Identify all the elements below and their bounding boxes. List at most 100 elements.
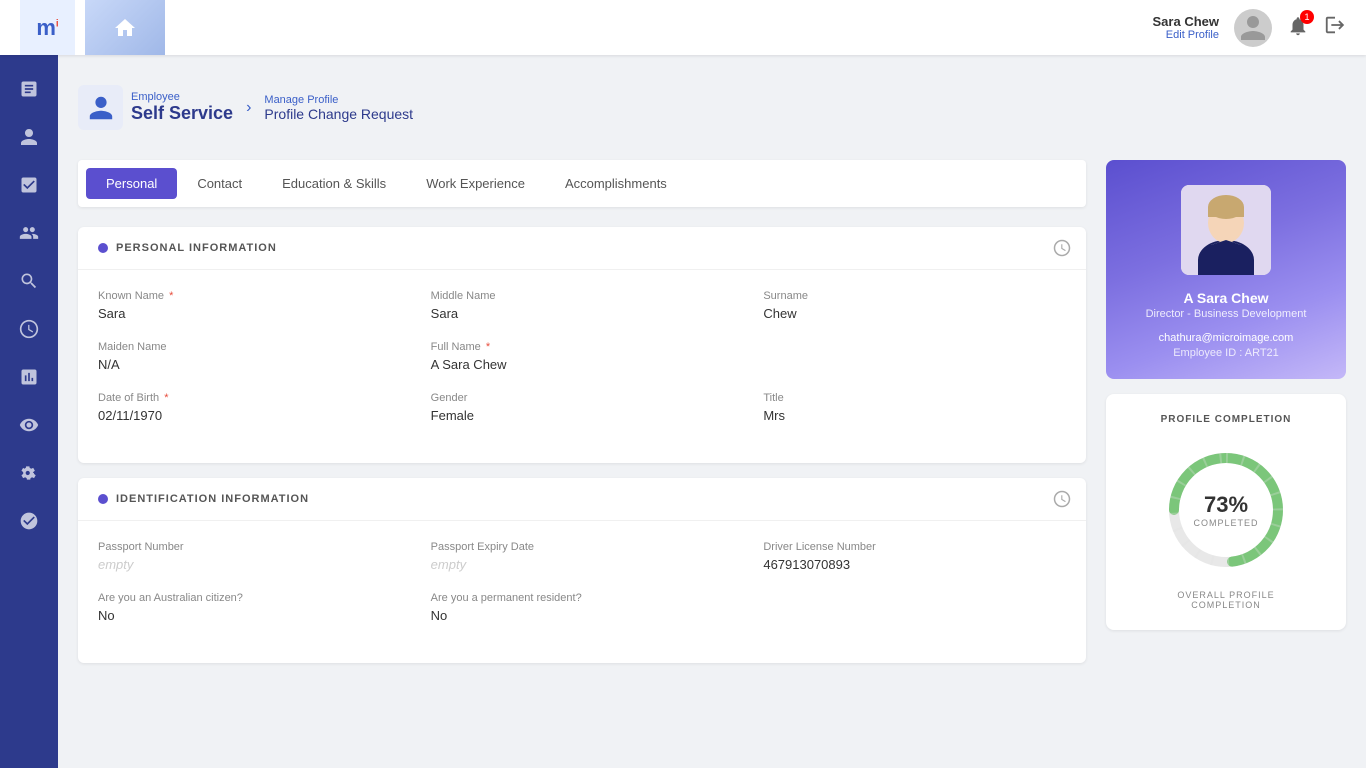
sidebar-item-employee[interactable] xyxy=(0,113,58,161)
permanent-resident-value: No xyxy=(431,608,734,623)
content-layout: Personal Contact Education & Skills Work… xyxy=(78,160,1346,678)
dob-label: Date of Birth * xyxy=(98,392,401,404)
profile-photo xyxy=(1181,185,1271,275)
completion-title: PROFILE COMPLETION xyxy=(1126,414,1326,425)
tab-personal[interactable]: Personal xyxy=(86,168,177,199)
middle-name-label: Middle Name xyxy=(431,290,734,302)
identification-section-title: IDENTIFICATION INFORMATION xyxy=(116,493,309,505)
profile-card: A Sara Chew Director - Business Developm… xyxy=(1106,160,1346,379)
australian-citizen-value: No xyxy=(98,608,401,623)
logo: mi xyxy=(20,0,75,55)
sidebar-item-reports[interactable] xyxy=(0,353,58,401)
donut-center: 73% COMPLETED xyxy=(1193,492,1258,528)
personal-information-section: PERSONAL INFORMATION Known Name * Sara M… xyxy=(78,227,1086,463)
personal-section-body: Known Name * Sara Middle Name Sara Surna… xyxy=(78,270,1086,463)
dob-field: Date of Birth * 02/11/1970 xyxy=(98,392,401,423)
completion-footer: OVERALL PROFILE COMPLETION xyxy=(1126,590,1326,610)
donut-percent: 73% xyxy=(1193,492,1258,518)
sidebar-item-view[interactable] xyxy=(0,401,58,449)
history-clock-identification[interactable] xyxy=(1053,490,1071,513)
driver-license-label: Driver License Number xyxy=(763,541,1066,553)
sidebar-item-users[interactable] xyxy=(0,497,58,545)
full-name-value: A Sara Chew xyxy=(431,357,734,372)
top-header: mi Sara Chew Edit Profile 1 xyxy=(0,0,1366,55)
identification-section-header: IDENTIFICATION INFORMATION xyxy=(78,478,1086,521)
driver-license-value: 467913070893 xyxy=(763,557,1066,572)
surname-value: Chew xyxy=(763,306,1066,321)
logout-icon[interactable] xyxy=(1324,14,1346,41)
edit-profile-link[interactable]: Edit Profile xyxy=(1153,29,1219,41)
gender-value: Female xyxy=(431,408,734,423)
completion-card: PROFILE COMPLETION 73% COMPLETED xyxy=(1106,394,1346,630)
main-content: Employee Self Service › Manage Profile P… xyxy=(58,55,1366,768)
home-area[interactable] xyxy=(85,0,165,55)
history-clock-personal[interactable] xyxy=(1053,239,1071,262)
sidebar-item-clock[interactable] xyxy=(0,305,58,353)
personal-row-3: Date of Birth * 02/11/1970 Gender Female… xyxy=(98,392,1066,423)
profile-title: Director - Business Development xyxy=(1106,308,1346,320)
identification-section-body: Passport Number empty Passport Expiry Da… xyxy=(78,521,1086,663)
profile-photo-area xyxy=(1106,160,1346,290)
gender-field: Gender Female xyxy=(431,392,734,423)
sidebar-item-forms[interactable] xyxy=(0,65,58,113)
dob-value: 02/11/1970 xyxy=(98,408,401,423)
tab-work-experience[interactable]: Work Experience xyxy=(406,168,545,199)
breadcrumb-manage-profile: Manage Profile xyxy=(264,94,413,106)
user-info: Sara Chew Edit Profile xyxy=(1153,14,1219,41)
tabs-bar: Personal Contact Education & Skills Work… xyxy=(78,160,1086,207)
passport-number-label: Passport Number xyxy=(98,541,401,553)
sidebar-item-search[interactable] xyxy=(0,257,58,305)
header-right: Sara Chew Edit Profile 1 xyxy=(1153,9,1346,47)
driver-license-field: Driver License Number 467913070893 xyxy=(763,541,1066,572)
breadcrumb-self-service: Self Service xyxy=(131,103,233,124)
middle-name-value: Sara xyxy=(431,306,734,321)
tab-education[interactable]: Education & Skills xyxy=(262,168,406,199)
permanent-resident-label: Are you a permanent resident? xyxy=(431,592,734,604)
user-name: Sara Chew xyxy=(1153,14,1219,29)
notification-badge: 1 xyxy=(1300,10,1314,24)
maiden-name-label: Maiden Name xyxy=(98,341,401,353)
breadcrumb-text: Employee Self Service xyxy=(131,91,233,124)
sidebar-item-settings[interactable] xyxy=(0,449,58,497)
identification-information-section: IDENTIFICATION INFORMATION Passport Numb… xyxy=(78,478,1086,663)
sidebar-item-team[interactable] xyxy=(0,209,58,257)
right-panel: A Sara Chew Director - Business Developm… xyxy=(1106,160,1346,678)
placeholder-field-1 xyxy=(763,341,1066,372)
profile-empid: Employee ID : ART21 xyxy=(1106,347,1346,359)
identification-row-1: Passport Number empty Passport Expiry Da… xyxy=(98,541,1066,572)
notification-bell[interactable]: 1 xyxy=(1287,15,1309,40)
form-area: Personal Contact Education & Skills Work… xyxy=(78,160,1086,678)
breadcrumb-icon xyxy=(78,85,123,130)
personal-section-header: PERSONAL INFORMATION xyxy=(78,227,1086,270)
title-field: Title Mrs xyxy=(763,392,1066,423)
profile-email: chathura@microimage.com xyxy=(1106,332,1346,344)
title-value: Mrs xyxy=(763,408,1066,423)
passport-expiry-label: Passport Expiry Date xyxy=(431,541,734,553)
title-label: Title xyxy=(763,392,1066,404)
tab-contact[interactable]: Contact xyxy=(177,168,262,199)
passport-expiry-field: Passport Expiry Date empty xyxy=(431,541,734,572)
passport-number-value: empty xyxy=(98,557,401,572)
maiden-name-field: Maiden Name N/A xyxy=(98,341,401,372)
tab-accomplishments[interactable]: Accomplishments xyxy=(545,168,687,199)
personal-section-title: PERSONAL INFORMATION xyxy=(116,242,277,254)
passport-number-field: Passport Number empty xyxy=(98,541,401,572)
sidebar xyxy=(0,55,58,768)
surname-label: Surname xyxy=(763,290,1066,302)
known-name-field: Known Name * Sara xyxy=(98,290,401,321)
sidebar-item-tasks[interactable] xyxy=(0,161,58,209)
donut-label: COMPLETED xyxy=(1193,518,1258,528)
full-name-field: Full Name * A Sara Chew xyxy=(431,341,734,372)
known-name-label: Known Name * xyxy=(98,290,401,302)
australian-citizen-label: Are you an Australian citizen? xyxy=(98,592,401,604)
gender-label: Gender xyxy=(431,392,734,404)
section-dot-2 xyxy=(98,494,108,504)
home-icon xyxy=(113,16,137,40)
personal-row-2: Maiden Name N/A Full Name * A Sara Chew xyxy=(98,341,1066,372)
breadcrumb: Employee Self Service › Manage Profile P… xyxy=(78,75,1346,140)
personal-row-1: Known Name * Sara Middle Name Sara Surna… xyxy=(98,290,1066,321)
avatar[interactable] xyxy=(1234,9,1272,47)
completion-donut: 73% COMPLETED xyxy=(1161,445,1291,575)
breadcrumb-change-request: Profile Change Request xyxy=(264,106,413,122)
australian-citizen-field: Are you an Australian citizen? No xyxy=(98,592,401,623)
